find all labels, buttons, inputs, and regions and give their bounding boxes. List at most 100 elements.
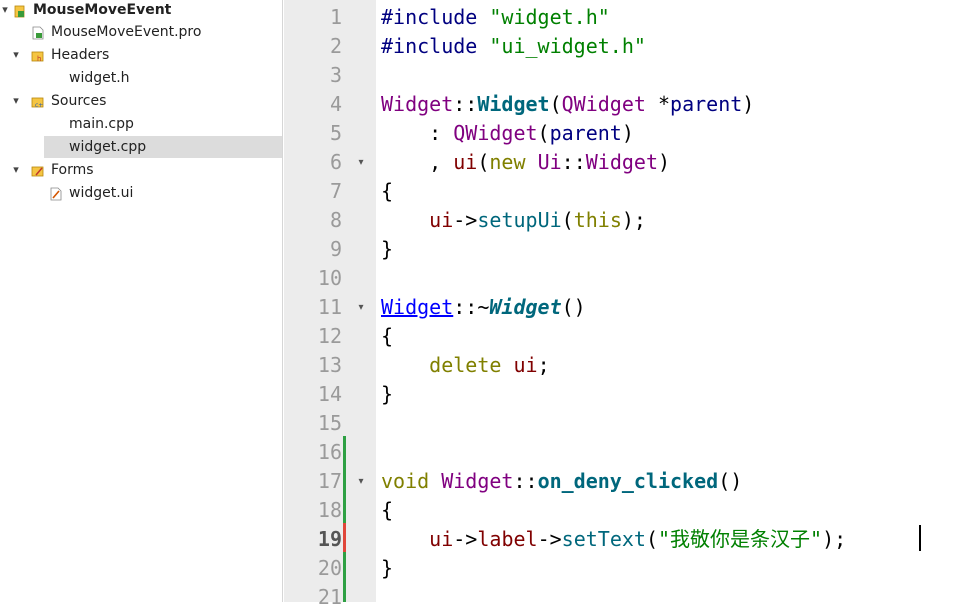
fold-toggle-icon[interactable]: ▾ [355,148,367,177]
line-number: 18 [317,498,342,522]
fold-toggle-icon[interactable]: ▾ [355,467,367,496]
tree-item-widget-cpp[interactable]: widget.cpp [0,136,282,158]
code-token: ( [477,150,490,174]
tree-item-headers[interactable]: ▾ h Headers [0,44,282,66]
code-token: #include [381,34,490,58]
code-token: Widget [381,295,454,319]
code-token: () [718,469,743,493]
code-token: :: [561,150,586,174]
line-number: 21 [317,585,342,609]
line-number: 9 [329,237,342,261]
change-marker-modified [343,523,346,552]
code-token: Widget [441,469,514,493]
code-token: setupUi [477,208,562,232]
line-number: 8 [329,208,342,232]
code-line[interactable]: void Widget::on_deny_clicked() [381,467,742,496]
line-number: 5 [329,121,342,145]
chevron-down-icon[interactable]: ▾ [0,0,10,21]
code-token: setText [561,527,646,551]
line-number: 11 [317,295,342,319]
line-number: 6 [329,150,342,174]
code-token: :: [453,92,478,116]
tree-item-pro-file[interactable]: MouseMoveEvent.pro [0,21,282,43]
code-token: ( [645,527,659,551]
code-token: } [381,237,394,261]
code-line[interactable]: Widget::Widget(QWidget *parent) [381,90,754,119]
forms-folder-icon [31,163,44,177]
code-line[interactable]: delete ui; [381,351,550,380]
code-token: #include [381,5,490,29]
code-token: { [381,498,394,522]
code-line[interactable]: } [381,554,393,583]
code-line[interactable]: { [381,496,393,525]
line-number: 20 [317,556,342,580]
code-line[interactable]: , ui(new Ui::Widget) [381,148,670,177]
code-token: ); [822,527,847,551]
code-token: parent [670,92,743,116]
code-token: QWidget [453,121,538,145]
code-token: new [489,150,526,174]
code-token: on_deny_clicked [537,469,719,493]
code-token: Widget [477,92,550,116]
tree-item-project[interactable]: ▾ MouseMoveEvent [0,0,282,21]
code-token: ) [742,92,755,116]
code-line[interactable]: } [381,380,393,409]
code-token: "widget.h" [489,5,610,29]
line-number: 10 [317,266,342,290]
code-token: QWidget [561,92,646,116]
code-token: -> [537,527,562,551]
code-token: :: [513,469,538,493]
chevron-down-icon[interactable]: ▾ [11,159,21,181]
code-token: -> [453,208,478,232]
line-number: 4 [329,92,342,116]
code-token: { [381,324,394,348]
code-token: Widget [489,295,562,319]
tree-item-label: Forms [51,162,94,178]
line-number: 14 [317,382,342,406]
code-line[interactable]: ui->label->setText("我敬你是条汉子"); [381,525,846,554]
code-line[interactable]: { [381,177,393,206]
header-folder-icon: h [31,48,44,63]
tree-item-sources[interactable]: ▾ c+ Sources [0,90,282,112]
code-token: } [381,382,394,406]
project-icon [14,3,26,18]
code-line[interactable]: } [381,235,393,264]
code-line[interactable]: { [381,322,393,351]
tree-item-label: widget.h [69,70,130,86]
code-line[interactable]: ui->setupUi(this); [381,206,646,235]
tree-item-forms[interactable]: ▾ Forms [0,159,282,181]
code-token: : [381,121,454,145]
code-token: ); [621,208,646,232]
line-number: 15 [317,411,342,435]
line-number: 2 [329,34,342,58]
code-line[interactable]: #include "ui_widget.h" [381,32,646,61]
code-token: label [477,527,538,551]
code-token: void [381,469,430,493]
code-line[interactable]: : QWidget(parent) [381,119,634,148]
tree-item-widget-h[interactable]: widget.h [0,67,282,89]
code-token: ) [621,121,634,145]
code-token: ui [513,353,538,377]
chevron-down-icon[interactable]: ▾ [11,90,21,112]
code-token: ( [549,92,562,116]
code-line[interactable]: Widget::~Widget() [381,293,586,322]
fold-toggle-icon[interactable]: ▾ [355,293,367,322]
code-token: ; [537,353,550,377]
chevron-down-icon[interactable]: ▾ [11,44,21,66]
tree-item-main-cpp[interactable]: main.cpp [0,113,282,135]
svg-text:c+: c+ [35,102,43,109]
tree-item-label: Sources [51,93,107,109]
code-token: this [573,208,622,232]
tree-item-widget-ui[interactable]: widget.ui [0,182,282,204]
line-number: 3 [329,63,342,87]
tree-item-label: widget.cpp [69,139,147,155]
project-tree[interactable]: ▾ MouseMoveEvent MouseMoveEvent.pro ▾ h … [0,0,283,602]
code-token: Widget [381,92,454,116]
line-number: 16 [317,440,342,464]
code-line[interactable]: #include "widget.h" [381,3,610,32]
